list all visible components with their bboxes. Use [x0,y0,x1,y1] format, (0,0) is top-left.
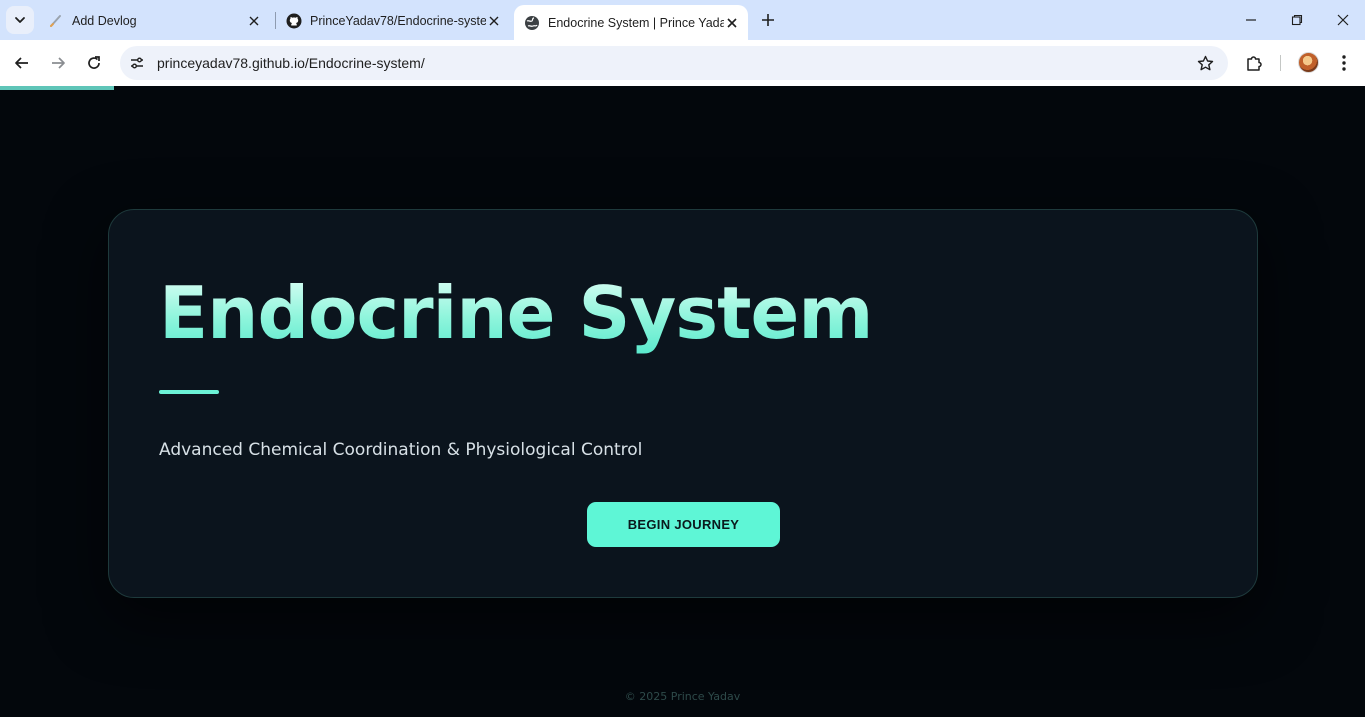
browser-toolbar: princeyadav78.github.io/Endocrine-system… [0,40,1365,86]
url-text: princeyadav78.github.io/Endocrine-system… [157,55,425,71]
menu-button[interactable] [1332,51,1356,75]
kebab-menu-icon [1342,55,1346,71]
arrow-right-icon [52,57,65,69]
forward-button[interactable] [44,49,72,77]
chevron-down-icon [15,17,25,23]
scroll-progress-bar [0,86,114,90]
footer-copyright: © 2025 Prince Yadav [624,690,741,703]
tab-label: Endocrine System | Prince Yadav [548,15,724,30]
reload-icon [88,56,100,69]
profile-avatar[interactable] [1298,52,1319,73]
tab-endocrine-system[interactable]: Endocrine System | Prince Yadav [514,5,748,40]
globe-favicon-icon [524,15,540,31]
github-favicon-icon [286,13,302,29]
minimize-button[interactable] [1239,8,1263,32]
close-tab-icon[interactable] [246,13,262,29]
puzzle-icon [1247,56,1262,71]
address-bar[interactable]: princeyadav78.github.io/Endocrine-system… [120,46,1228,80]
hero-card: Endocrine System Advanced Chemical Coord… [108,209,1258,598]
toolbar-separator [1280,55,1281,71]
site-settings-icon[interactable] [128,54,146,72]
tab-strip: Add Devlog PrinceYadav78/Endocrine-syste… [0,0,1365,40]
back-button[interactable] [8,49,36,77]
close-window-button[interactable] [1331,8,1355,32]
close-tab-icon[interactable] [486,13,502,29]
restore-icon [1291,14,1303,26]
tab-github-repo[interactable]: PrinceYadav78/Endocrine-syste [276,5,510,36]
page-subtitle: Advanced Chemical Coordination & Physiol… [159,440,643,460]
extensions-button[interactable] [1242,51,1266,75]
close-tab-icon[interactable] [724,15,740,31]
tab-add-devlog[interactable]: Add Devlog [38,5,270,36]
restore-button[interactable] [1285,8,1309,32]
title-underline [159,390,219,394]
tab-label: PrinceYadav78/Endocrine-syste [310,13,486,28]
bookmark-star-icon[interactable] [1196,54,1214,72]
tab-search-button[interactable] [6,6,34,34]
new-tab-button[interactable] [756,8,780,32]
reload-button[interactable] [80,49,108,77]
page-viewport: Endocrine System Advanced Chemical Coord… [0,86,1365,717]
tab-label: Add Devlog [72,13,137,28]
minimize-icon [1246,19,1256,21]
begin-journey-button[interactable]: BEGIN JOURNEY [587,502,780,547]
page-title: Endocrine System [159,268,873,358]
devlog-favicon-icon [48,13,64,29]
close-icon [1337,14,1349,26]
arrow-left-icon [15,57,28,69]
plus-icon [762,14,774,26]
